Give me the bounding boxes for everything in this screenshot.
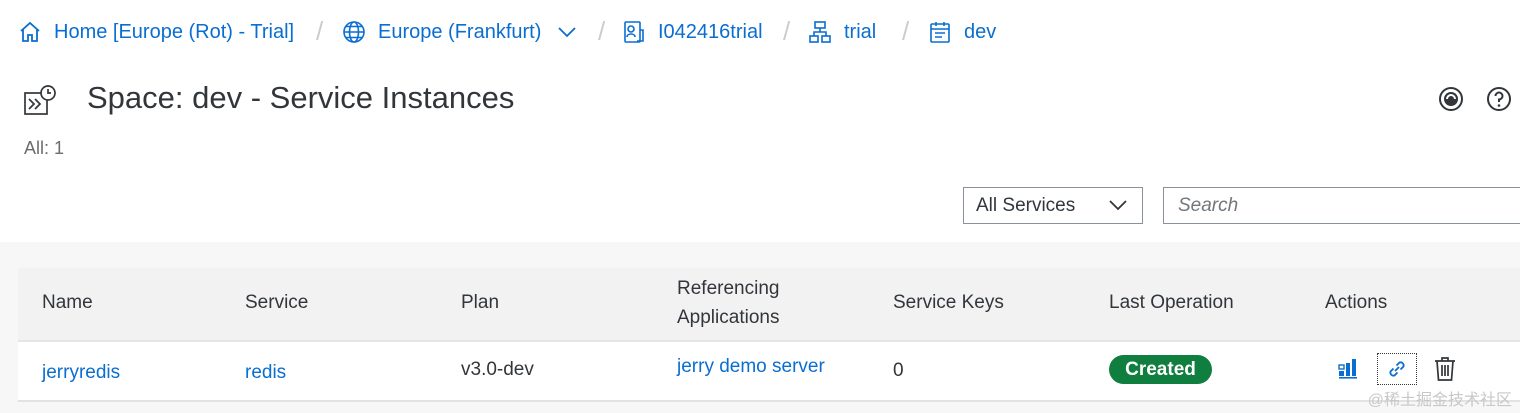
- service-instances-icon: [23, 84, 57, 116]
- breadcrumb-region[interactable]: Europe (Frankfurt): [342, 17, 577, 47]
- service-filter-select[interactable]: All Services: [963, 187, 1143, 224]
- dashboard-icon[interactable]: [1336, 356, 1362, 382]
- page-title: Space: dev - Service Instances: [87, 80, 515, 115]
- breadcrumb-separator: /: [902, 16, 910, 46]
- referencing-app-link[interactable]: jerry demo server: [677, 356, 825, 378]
- watermark: @稀土掘金技术社区: [1367, 392, 1512, 409]
- column-header-service-keys: Service Keys: [893, 292, 1004, 313]
- breadcrumb-org-label: trial: [844, 20, 877, 43]
- service-keys-value: 0: [893, 360, 904, 381]
- status-badge: Created: [1109, 355, 1212, 384]
- delete-icon[interactable]: [1432, 356, 1458, 382]
- breadcrumb-space[interactable]: dev: [928, 17, 996, 47]
- chevron-down-icon: [1108, 198, 1128, 212]
- plan-value: v3.0-dev: [461, 359, 534, 380]
- help-icon[interactable]: [1486, 86, 1512, 112]
- service-filter-value: All Services: [976, 194, 1076, 216]
- hierarchy-icon: [808, 20, 832, 44]
- item-count: All: 1: [24, 138, 65, 158]
- breadcrumb-region-label: Europe (Frankfurt): [378, 20, 542, 43]
- sap-logo-icon[interactable]: [1438, 86, 1464, 112]
- breadcrumb-space-label: dev: [964, 20, 997, 43]
- column-header-name: Name: [42, 292, 93, 313]
- instance-name-link[interactable]: jerryredis: [42, 362, 120, 384]
- service-link[interactable]: redis: [245, 362, 286, 384]
- space-icon: [928, 20, 952, 44]
- breadcrumb-home[interactable]: Home [Europe (Rot) - Trial]: [18, 17, 294, 47]
- breadcrumb-separator: /: [598, 16, 606, 46]
- globe-icon: [342, 20, 366, 44]
- breadcrumb-separator: /: [783, 16, 791, 46]
- column-header-service: Service: [245, 292, 309, 313]
- column-header-referencing-line1: Referencing: [677, 278, 780, 299]
- chevron-down-icon[interactable]: [557, 26, 577, 38]
- breadcrumb-org[interactable]: trial: [808, 17, 876, 47]
- breadcrumb-subaccount-label: I042416trial: [658, 20, 763, 43]
- search-input[interactable]: [1163, 187, 1520, 224]
- link-icon[interactable]: [1377, 353, 1417, 385]
- column-header-plan: Plan: [461, 292, 500, 313]
- column-header-actions: Actions: [1325, 292, 1388, 313]
- column-header-last-operation: Last Operation: [1109, 292, 1234, 313]
- breadcrumb-separator: /: [316, 16, 324, 46]
- home-icon: [18, 20, 42, 44]
- column-header-referencing-line2: Applications: [677, 307, 780, 328]
- account-icon: [622, 20, 646, 44]
- breadcrumb-subaccount[interactable]: I042416trial: [622, 17, 763, 47]
- breadcrumb-home-label: Home [Europe (Rot) - Trial]: [54, 20, 295, 43]
